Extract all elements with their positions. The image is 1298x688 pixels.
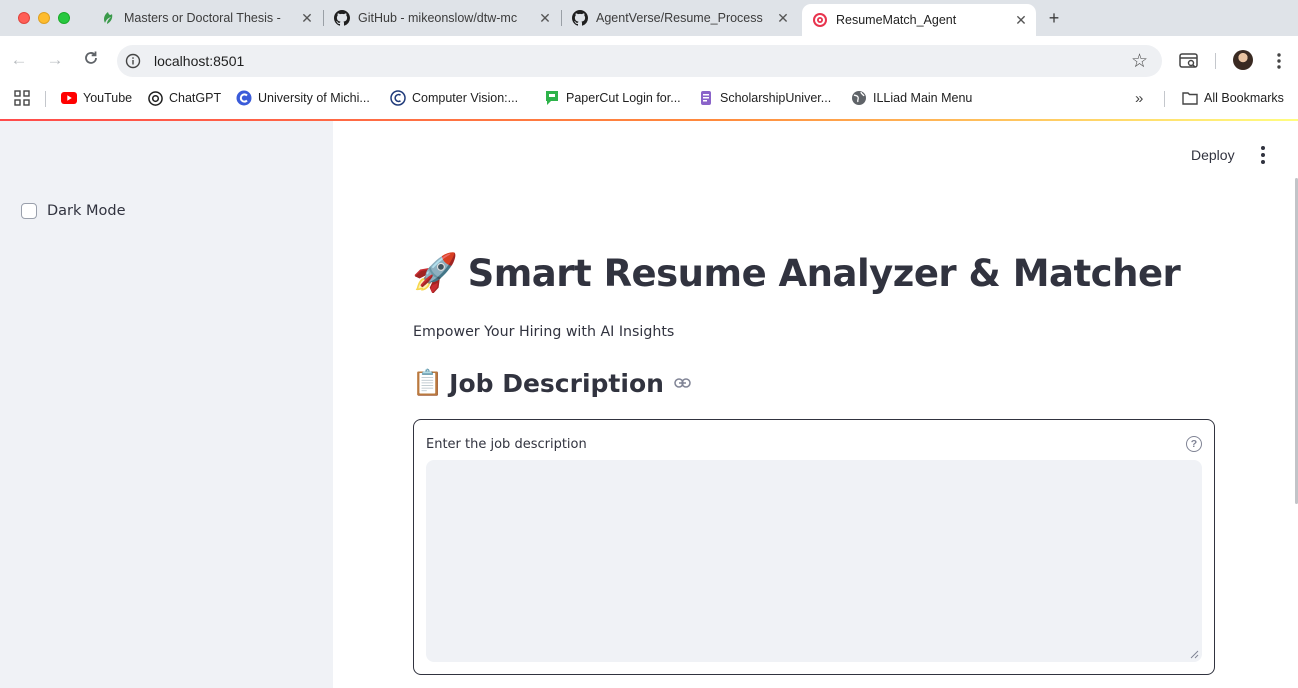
section-title: Job Description	[449, 368, 664, 398]
youtube-icon	[61, 90, 77, 106]
tab-agentverse[interactable]: AgentVerse/Resume_Process ✕	[562, 0, 798, 36]
clipboard-icon: 📋	[412, 368, 444, 397]
tab-resumematch-agent[interactable]: ResumeMatch_Agent ✕	[802, 4, 1036, 36]
deploy-button[interactable]: Deploy	[1191, 147, 1235, 163]
bookmark-label: YouTube	[83, 91, 133, 105]
reload-icon	[85, 51, 97, 64]
chatgpt-icon	[147, 90, 163, 106]
bookmark-scholarship[interactable]: ScholarshipUniver...	[698, 85, 831, 111]
site-info-icon[interactable]	[125, 53, 141, 69]
window-controls	[18, 12, 70, 24]
streamlit-app: Dark Mode Deploy 🚀 Smart Resume Analyzer…	[0, 119, 1298, 688]
page-title-text: Smart Resume Analyzer & Matcher	[467, 251, 1181, 295]
tab-github-dtw[interactable]: GitHub - mikeonslow/dtw-mc ✕	[324, 0, 560, 36]
job-description-label: Enter the job description	[426, 437, 587, 452]
cv-logo-icon	[390, 90, 406, 106]
bookmark-label: Computer Vision:...	[412, 91, 519, 105]
main-content: Deploy 🚀 Smart Resume Analyzer & Matcher…	[333, 121, 1298, 688]
bookmark-label: University of Michi...	[258, 91, 370, 105]
minimize-window-button[interactable]	[38, 12, 50, 24]
page-title: 🚀 Smart Resume Analyzer & Matcher	[412, 251, 1181, 295]
bookmark-youtube[interactable]: YouTube	[61, 85, 132, 111]
main-menu-icon[interactable]	[1255, 145, 1271, 165]
overleaf-icon	[100, 10, 116, 26]
bookmarks-divider	[1164, 91, 1165, 107]
sidebar: Dark Mode	[0, 121, 333, 688]
bookmarks-divider	[45, 91, 46, 107]
papercut-icon	[544, 90, 560, 106]
profile-avatar[interactable]	[1233, 50, 1253, 70]
all-bookmarks-label: All Bookmarks	[1204, 91, 1284, 105]
bookmark-star-icon[interactable]: ☆	[1131, 50, 1148, 73]
github-icon	[572, 10, 588, 26]
bookmark-chatgpt[interactable]: ChatGPT	[147, 85, 221, 111]
scholarship-icon	[698, 90, 714, 106]
help-icon[interactable]: ?	[1186, 436, 1202, 452]
toolbar-divider	[1215, 53, 1216, 69]
dark-mode-label[interactable]: Dark Mode	[47, 203, 126, 219]
job-description-form: Enter the job description ?	[413, 419, 1215, 675]
rocket-icon: 🚀	[412, 251, 458, 294]
reload-button[interactable]	[81, 50, 101, 70]
bookmark-papercut[interactable]: PaperCut Login for...	[544, 85, 681, 111]
github-icon	[334, 10, 350, 26]
job-description-textarea[interactable]	[426, 460, 1202, 662]
tab-search-icon[interactable]	[1178, 50, 1200, 72]
bookmark-illiad[interactable]: ILLiad Main Menu	[851, 85, 972, 111]
target-icon	[812, 12, 828, 28]
new-tab-button[interactable]: +	[1044, 8, 1064, 28]
tab-title: ResumeMatch_Agent	[836, 13, 957, 27]
close-icon[interactable]: ✕	[1012, 12, 1030, 29]
bookmark-label: PaperCut Login for...	[566, 91, 681, 105]
bookmark-computer-vision[interactable]: Computer Vision:...	[390, 85, 518, 111]
tab-title: GitHub - mikeonslow/dtw-mc	[358, 11, 518, 25]
resize-handle-icon[interactable]	[1190, 650, 1199, 659]
address-bar[interactable]: localhost:8501 ☆	[117, 45, 1162, 77]
forward-button[interactable]: →	[45, 50, 65, 70]
page-subtitle: Empower Your Hiring with AI Insights	[413, 324, 675, 340]
tab-strip: Masters or Doctoral Thesis - ✕ GitHub - …	[0, 0, 1298, 36]
url-text[interactable]: localhost:8501	[154, 53, 244, 69]
bookmark-label: ILLiad Main Menu	[873, 91, 973, 105]
folder-icon	[1182, 90, 1198, 106]
all-bookmarks-button[interactable]: All Bookmarks	[1182, 85, 1284, 111]
more-bookmarks-chevron-icon[interactable]: »	[1135, 85, 1143, 111]
link-anchor-icon[interactable]	[674, 378, 691, 388]
section-heading-job-description: 📋 Job Description	[412, 368, 691, 398]
close-window-button[interactable]	[18, 12, 30, 24]
bookmarks-bar: YouTube ChatGPT University of Michi... C…	[0, 85, 1298, 119]
apps-grid-icon[interactable]	[14, 85, 30, 111]
maximize-window-button[interactable]	[58, 12, 70, 24]
tab-title: Masters or Doctoral Thesis -	[124, 11, 281, 25]
bookmark-university-michigan[interactable]: University of Michi...	[236, 85, 370, 111]
bookmark-label: ScholarshipUniver...	[720, 91, 832, 105]
close-icon[interactable]: ✕	[298, 10, 316, 27]
browser-menu-icon[interactable]	[1268, 50, 1290, 72]
close-icon[interactable]: ✕	[774, 10, 792, 27]
tab-masters-thesis[interactable]: Masters or Doctoral Thesis - ✕	[90, 0, 322, 36]
close-icon[interactable]: ✕	[536, 10, 554, 27]
dark-mode-checkbox[interactable]	[21, 203, 37, 219]
browser-toolbar: ← → localhost:8501 ☆	[0, 36, 1298, 85]
c-logo-icon	[236, 90, 252, 106]
back-button[interactable]: ←	[9, 50, 29, 70]
bookmark-label: ChatGPT	[169, 91, 222, 105]
tab-title: AgentVerse/Resume_Process	[596, 11, 763, 25]
globe-icon	[851, 90, 867, 106]
